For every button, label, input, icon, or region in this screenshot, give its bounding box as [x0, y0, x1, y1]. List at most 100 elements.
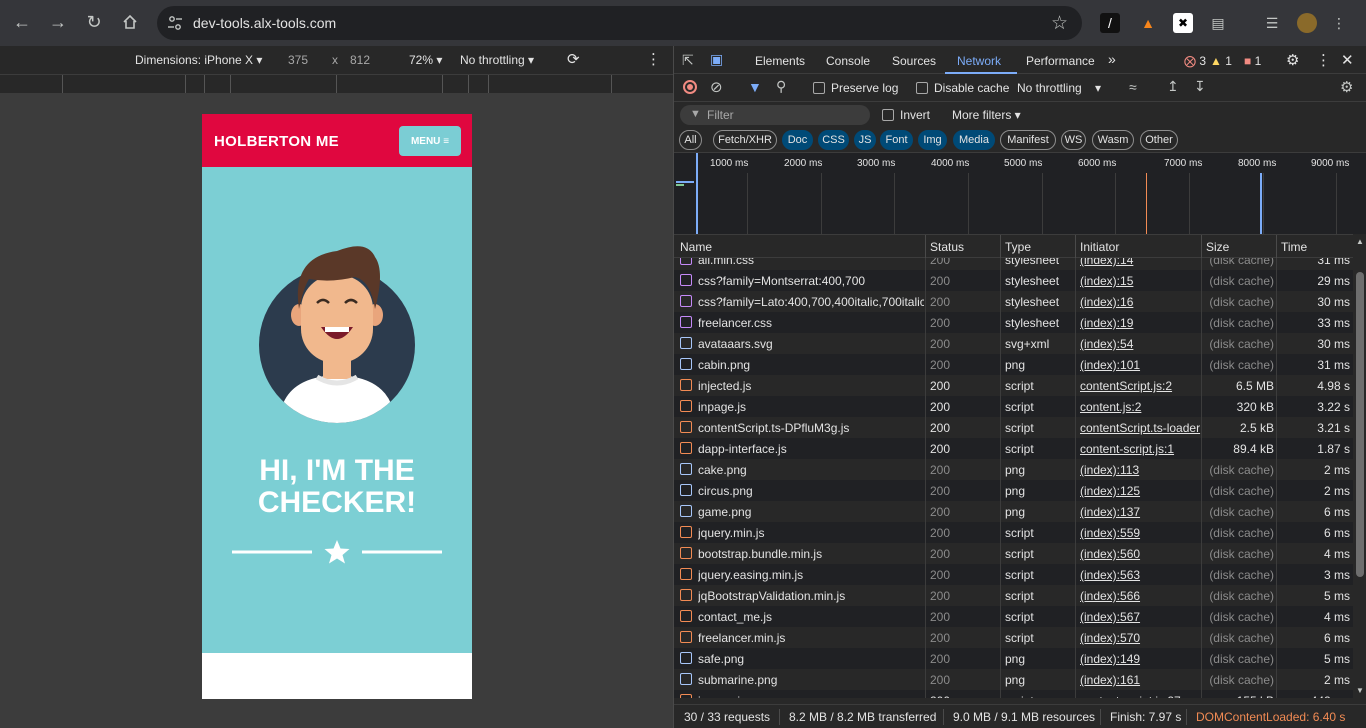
filter-doc[interactable]: Doc — [782, 130, 813, 150]
request-row[interactable]: avataaars.svg 200 svg+xml (index):54 (disk c… — [674, 333, 1353, 354]
request-row[interactable]: safe.png 200 png (index):149 (disk cache) 5 m… — [674, 648, 1353, 669]
more-tabs-icon[interactable]: » — [1108, 51, 1116, 67]
network-conditions-icon[interactable]: ≈ — [1129, 79, 1137, 95]
request-row[interactable]: freelancer.min.js 200 script (index):570 (di… — [674, 627, 1353, 648]
media-queue-icon[interactable]: ☰ — [1262, 13, 1282, 33]
request-initiator[interactable]: (index):15 — [1080, 274, 1202, 288]
filter-css[interactable]: CSS — [818, 130, 849, 150]
error-counter[interactable]: ⨂ 3 — [1184, 54, 1206, 68]
request-row[interactable]: css?family=Lato:400,700,400italic,700ita… — [674, 291, 1353, 312]
height-input[interactable]: 812 — [350, 53, 370, 67]
network-throttling-select[interactable]: No throttling ▾ — [1017, 81, 1101, 95]
request-row[interactable]: all.min.css 200 stylesheet (index):14 (disk … — [674, 258, 1353, 270]
request-row[interactable]: contentScript.ts-DPfluM3g.js 200 script con… — [674, 417, 1353, 438]
filter-js[interactable]: JS — [854, 130, 876, 150]
bookmark-star-icon[interactable]: ☆ — [1051, 12, 1068, 35]
request-row[interactable]: game.png 200 png (index):137 (disk cache) 6 m… — [674, 501, 1353, 522]
request-initiator[interactable]: (index):19 — [1080, 316, 1202, 330]
filter-other[interactable]: Other — [1140, 130, 1178, 150]
throttling-select[interactable]: No throttling ▾ — [460, 53, 534, 67]
request-initiator[interactable]: (index):149 — [1080, 652, 1202, 666]
request-initiator[interactable]: (index):125 — [1080, 484, 1202, 498]
menu-button[interactable]: MENU ≡ — [399, 126, 461, 156]
extension-slash-icon[interactable]: / — [1100, 13, 1120, 33]
zoom-select[interactable]: 72% ▾ — [409, 53, 442, 67]
request-initiator[interactable]: (index):113 — [1080, 463, 1202, 477]
request-row[interactable]: bootstrap.bundle.min.js 200 script (index):… — [674, 543, 1353, 564]
request-initiator[interactable]: (index):161 — [1080, 673, 1202, 687]
col-status[interactable]: Status — [930, 240, 964, 254]
tab-performance[interactable]: Performance — [1026, 54, 1095, 68]
request-name[interactable]: bootstrap.bundle.min.js — [698, 547, 924, 561]
request-name[interactable]: safe.png — [698, 652, 924, 666]
browser-menu-icon[interactable]: ⋮ — [1329, 13, 1349, 33]
back-arrow-icon[interactable]: ← — [7, 7, 37, 37]
request-initiator[interactable]: (index):137 — [1080, 505, 1202, 519]
request-name[interactable]: dapp-interface.js — [698, 442, 924, 456]
filter-all[interactable]: All — [679, 130, 702, 150]
request-name[interactable]: freelancer.min.js — [698, 631, 924, 645]
request-initiator[interactable]: content-script.js:1 — [1080, 442, 1202, 456]
request-initiator[interactable]: (index):570 — [1080, 631, 1202, 645]
preserve-log-checkbox[interactable] — [813, 82, 825, 94]
request-name[interactable]: injected.js — [698, 379, 924, 393]
request-name[interactable]: cake.png — [698, 463, 924, 477]
scroll-up-icon[interactable]: ▲ — [1356, 237, 1364, 246]
request-row[interactable]: freelancer.css 200 stylesheet (index):19 (di… — [674, 312, 1353, 333]
export-har-icon[interactable]: ↧ — [1194, 78, 1206, 95]
filter-manifest[interactable]: Manifest — [1000, 130, 1056, 150]
filter-fetch-xhr[interactable]: Fetch/XHR — [713, 130, 777, 150]
width-input[interactable]: 375 — [288, 53, 308, 67]
device-select[interactable]: Dimensions: iPhone X ▾ — [135, 53, 262, 67]
site-info-icon[interactable] — [166, 14, 184, 32]
profile-avatar[interactable] — [1297, 13, 1317, 33]
filter-media[interactable]: Media — [953, 130, 995, 150]
scroll-down-icon[interactable]: ▼ — [1356, 686, 1364, 695]
col-type[interactable]: Type — [1005, 240, 1031, 254]
reload-icon[interactable]: ↻ — [79, 7, 109, 37]
request-name[interactable]: circus.png — [698, 484, 924, 498]
devtools-menu-icon[interactable]: ⋮ — [1316, 51, 1331, 69]
request-name[interactable]: submarine.png — [698, 673, 924, 687]
device-more-icon[interactable]: ⋮ — [646, 50, 661, 68]
request-initiator[interactable]: content.js:2 — [1080, 400, 1202, 414]
request-name[interactable]: freelancer.css — [698, 316, 924, 330]
address-bar[interactable]: dev-tools.alx-tools.com ☆ — [157, 6, 1082, 40]
filter-wasm[interactable]: Wasm — [1092, 130, 1134, 150]
request-initiator[interactable]: (index):560 — [1080, 547, 1202, 561]
col-time[interactable]: Time — [1281, 240, 1307, 254]
request-row[interactable]: jquery.easing.min.js 200 script (index):563… — [674, 564, 1353, 585]
request-initiator[interactable]: (index):563 — [1080, 568, 1202, 582]
request-row[interactable]: cake.png 200 png (index):113 (disk cache) 2 m… — [674, 459, 1353, 480]
brand-logo-text[interactable]: HOLBERTON ME — [214, 133, 339, 150]
request-name[interactable]: jqBootstrapValidation.min.js — [698, 589, 924, 603]
col-size[interactable]: Size — [1206, 240, 1229, 254]
request-name[interactable]: jquery.easing.min.js — [698, 568, 924, 582]
tab-network[interactable]: Network — [957, 54, 1001, 68]
request-row[interactable]: inpage.js 200 script content-script.js:2715… — [674, 690, 1353, 698]
request-row[interactable]: jquery.min.js 200 script (index):559 (disk c… — [674, 522, 1353, 543]
request-initiator[interactable]: contentScript.ts-loader — [1080, 421, 1202, 435]
request-name[interactable]: game.png — [698, 505, 924, 519]
settings-gear-icon[interactable]: ⚙ — [1286, 51, 1299, 69]
request-name[interactable]: inpage.js — [698, 400, 924, 414]
forward-arrow-icon[interactable]: → — [43, 7, 73, 37]
request-initiator[interactable]: contentScript.js:2 — [1080, 379, 1202, 393]
request-row[interactable]: injected.js 200 script contentScript.js:2 6.… — [674, 375, 1353, 396]
request-row[interactable]: circus.png 200 png (index):125 (disk cache) 2… — [674, 480, 1353, 501]
request-name[interactable]: cabin.png — [698, 358, 924, 372]
request-name[interactable]: inpage.js — [698, 694, 924, 698]
import-har-icon[interactable]: ↥ — [1167, 78, 1179, 95]
filter-input[interactable]: ▼ Filter — [680, 105, 870, 125]
filter-funnel-icon[interactable]: ▼ — [748, 79, 762, 95]
request-initiator[interactable]: (index):101 — [1080, 358, 1202, 372]
col-initiator[interactable]: Initiator — [1080, 240, 1119, 254]
request-initiator[interactable]: (index):16 — [1080, 295, 1202, 309]
record-icon[interactable] — [683, 80, 697, 94]
request-name[interactable]: jquery.min.js — [698, 526, 924, 540]
col-name[interactable]: Name — [680, 240, 712, 254]
search-icon[interactable]: ⚲ — [776, 78, 786, 95]
extension-x-icon[interactable]: ✖ — [1173, 13, 1193, 33]
more-filters-dropdown[interactable]: More filters ▾ — [952, 108, 1021, 122]
request-initiator[interactable]: (index):54 — [1080, 337, 1202, 351]
